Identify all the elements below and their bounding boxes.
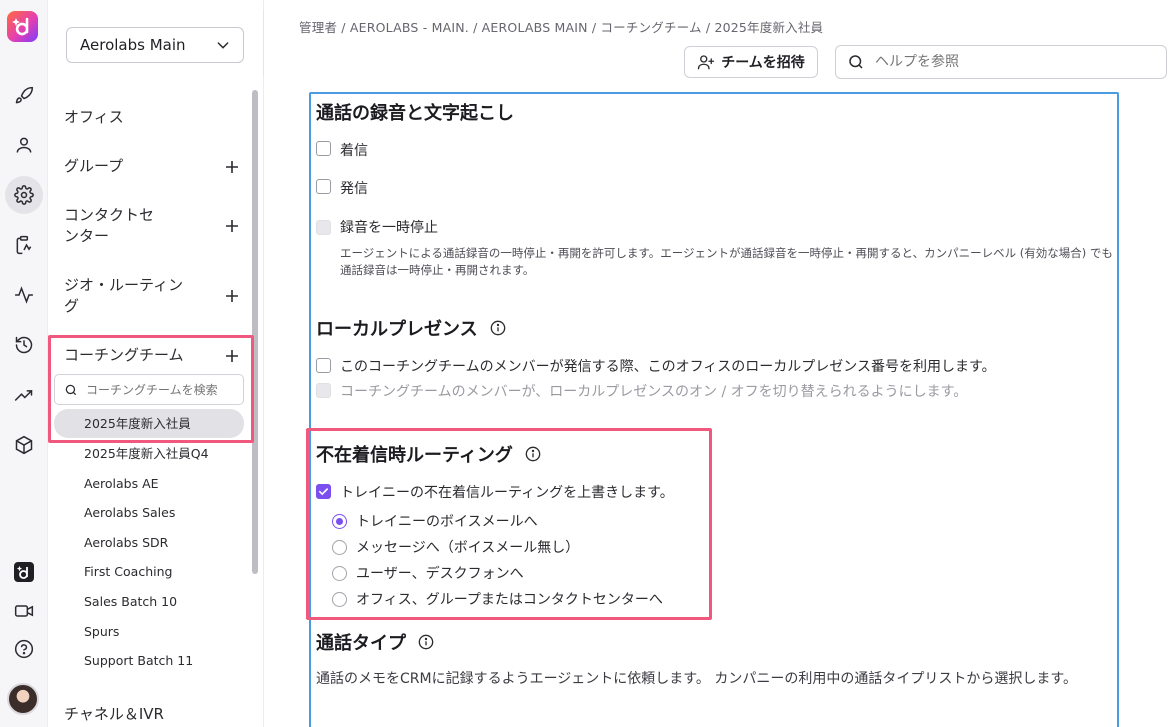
info-icon[interactable] [490,320,506,336]
help-circle-icon[interactable] [12,637,36,661]
info-icon[interactable] [525,446,541,462]
nav-item-office[interactable]: オフィス [64,107,240,128]
team-item[interactable]: 2025年度新入社員 [84,416,191,432]
team-item[interactable]: 2025年度新入社員Q4 [84,446,209,462]
coaching-search[interactable] [54,374,244,405]
pause-recording-help: エージェントによる通話録音の一時停止・再開を許可します。エージェントが通話録音を… [340,246,1113,277]
local-presence-checkbox[interactable] [316,358,331,373]
breadcrumb[interactable]: 管理者 / AEROLABS - MAIN. / AEROLABS MAIN /… [299,17,823,36]
search-icon [849,55,863,69]
routing-option-radio[interactable] [332,540,347,555]
team-item[interactable]: First Coaching [84,564,172,580]
settings-gear-icon[interactable] [5,176,43,214]
ai-assistant-icon[interactable] [12,560,36,584]
plus-icon[interactable] [224,218,240,234]
help-search-input[interactable] [875,54,1155,70]
team-item[interactable]: Sales Batch 10 [84,594,177,610]
nav-item-label: ジオ・ルーティング [64,276,184,315]
office-select-label: Aerolabs Main [80,36,186,54]
avatar[interactable] [7,683,39,715]
section-title-text: 通話タイプ [316,633,406,654]
override-routing-checkbox[interactable] [316,484,331,499]
app-logo-icon[interactable] [7,11,38,42]
override-routing-label: トレイニーの不在着信ルーティングを上書きします。 [340,485,674,501]
divider [263,10,264,76]
office-select[interactable]: Aerolabs Main [66,27,244,63]
chevron-down-icon [217,42,229,49]
local-presence-toggle-checkbox[interactable] [316,383,331,398]
routing-option-label: オフィス、グループまたはコンタクトセンターへ [356,592,663,608]
team-item[interactable]: Aerolabs Sales [84,505,175,521]
rocket-icon[interactable] [12,84,36,108]
nav-item-label: グループ [64,157,124,175]
section-title-call-type: 通話タイプ [316,629,434,655]
section-title-text: 通話の録音と文字起こし [316,103,514,124]
plus-icon[interactable] [224,159,240,175]
trending-up-icon[interactable] [12,383,36,407]
nav-item-label: チャネル＆IVR [64,705,164,723]
routing-option-radio[interactable] [332,514,347,529]
nav-scrollbar[interactable] [252,90,258,574]
nav-item-geo-routing[interactable]: ジオ・ルーティング [64,275,240,317]
nav-item-groups[interactable]: グループ [64,156,240,177]
outgoing-checkbox[interactable] [316,179,331,194]
local-presence-label: このコーチングチームのメンバーが発信する際、このオフィスのローカルプレゼンス番号… [340,359,996,375]
invite-team-button[interactable]: チームを招待 [684,46,818,78]
outgoing-label: 発信 [340,181,368,197]
coaching-search-input[interactable] [86,382,236,397]
user-icon[interactable] [12,133,36,157]
incoming-label: 着信 [340,143,368,159]
checkmark-icon [319,488,328,496]
info-icon[interactable] [418,634,434,650]
nav-item-label: コンタクトセンター [64,206,155,245]
team-item[interactable]: Support Batch 11 [84,653,193,669]
local-presence-toggle-label: コーチングチームのメンバーが、ローカルプレゼンスのオン / オフを切り替えられる… [340,384,968,400]
pause-recording-label: 録音を一時停止 [340,220,438,236]
incoming-checkbox[interactable] [316,141,331,156]
invite-button-label: チームを招待 [721,55,805,71]
routing-option-label: トレイニーのボイスメールへ [356,514,538,530]
nav-item-label: オフィス [64,108,124,126]
routing-option-label: ユーザー、デスクフォンへ [356,566,524,582]
routing-option-radio[interactable] [332,592,347,607]
search-icon [65,384,77,395]
cube-icon[interactable] [12,433,36,457]
clipboard-chart-icon[interactable] [12,233,36,257]
team-item[interactable]: Spurs [84,624,119,640]
call-type-description: 通話のメモをCRMに記録するようエージェントに依頼します。 カンパニーの利用中の… [316,671,1077,687]
routing-option-label: メッセージへ（ボイスメール無し） [356,540,580,556]
team-item[interactable]: Aerolabs AE [84,476,159,492]
nav-item-channels-ivr[interactable]: チャネル＆IVR [64,704,240,725]
team-item[interactable]: Aerolabs SDR [84,535,168,551]
plus-icon[interactable] [224,288,240,304]
section-title-local-presence: ローカルプレゼンス [316,315,506,341]
video-icon[interactable] [12,599,36,623]
section-title-text: 不在着信時ルーティング [316,445,513,466]
section-title-recording: 通話の録音と文字起こし [316,99,514,125]
pause-recording-checkbox[interactable] [316,220,331,235]
section-title-missed-call-routing: 不在着信時ルーティング [316,441,541,467]
nav-item-contact-center[interactable]: コンタクトセンター [64,205,240,247]
history-icon[interactable] [12,333,36,357]
help-search[interactable] [835,45,1167,79]
user-plus-icon [698,55,715,70]
activity-icon[interactable] [12,283,36,307]
section-title-text: ローカルプレゼンス [316,319,478,340]
icon-rail [0,0,48,727]
routing-option-radio[interactable] [332,566,347,581]
